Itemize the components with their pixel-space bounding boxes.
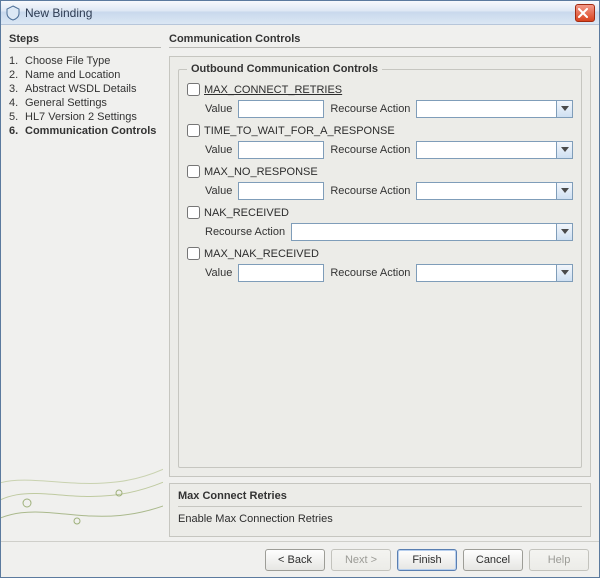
main-panel: Outbound Communication Controls MAX_CONN…: [169, 56, 591, 477]
value-label: Value: [205, 103, 232, 115]
max-nak-received-value[interactable]: [238, 264, 324, 282]
time-to-wait-recourse[interactable]: [416, 141, 573, 159]
steps-title: Steps: [9, 31, 161, 48]
next-button: Next >: [331, 549, 391, 571]
option-max-nak-received: MAX_NAK_RECEIVED Value Recourse Action: [187, 247, 573, 282]
chevron-down-icon: [556, 183, 572, 199]
max-connect-retries-value[interactable]: [238, 100, 324, 118]
group-legend: Outbound Communication Controls: [187, 63, 382, 75]
steps-panel: Steps 1.Choose File Type 2.Name and Loca…: [9, 31, 161, 537]
step-5: 5.HL7 Version 2 Settings: [9, 110, 161, 124]
max-connect-retries-label[interactable]: MAX_CONNECT_RETRIES: [204, 84, 342, 96]
option-nak-received: NAK_RECEIVED Recourse Action: [187, 206, 573, 241]
recourse-label: Recourse Action: [330, 103, 410, 115]
chevron-down-icon: [556, 142, 572, 158]
max-nak-received-recourse[interactable]: [416, 264, 573, 282]
right-column: Communication Controls Outbound Communic…: [169, 31, 591, 537]
max-no-response-checkbox[interactable]: [187, 165, 200, 178]
recourse-label: Recourse Action: [330, 144, 410, 156]
max-nak-received-checkbox[interactable]: [187, 247, 200, 260]
max-connect-retries-recourse[interactable]: [416, 100, 573, 118]
chevron-down-icon: [556, 101, 572, 117]
steps-list: 1.Choose File Type 2.Name and Location 3…: [9, 54, 161, 138]
step-6: 6.Communication Controls: [9, 124, 161, 138]
time-to-wait-value[interactable]: [238, 141, 324, 159]
time-to-wait-checkbox[interactable]: [187, 124, 200, 137]
step-4: 4.General Settings: [9, 96, 161, 110]
outbound-group: Outbound Communication Controls MAX_CONN…: [178, 63, 582, 468]
close-icon: [578, 8, 588, 18]
cancel-button[interactable]: Cancel: [463, 549, 523, 571]
recourse-label: Recourse Action: [205, 226, 285, 238]
finish-button[interactable]: Finish: [397, 549, 457, 571]
max-nak-received-label[interactable]: MAX_NAK_RECEIVED: [204, 248, 319, 260]
chevron-down-icon: [556, 265, 572, 281]
close-button[interactable]: [575, 4, 595, 22]
recourse-label: Recourse Action: [330, 185, 410, 197]
nak-received-checkbox[interactable]: [187, 206, 200, 219]
app-icon: [5, 5, 21, 21]
option-max-no-response: MAX_NO_RESPONSE Value Recourse Action: [187, 165, 573, 200]
max-no-response-recourse[interactable]: [416, 182, 573, 200]
wizard-footer: < Back Next > Finish Cancel Help: [1, 541, 599, 577]
help-title: Max Connect Retries: [178, 490, 582, 507]
help-panel: Max Connect Retries Enable Max Connectio…: [169, 483, 591, 537]
step-1: 1.Choose File Type: [9, 54, 161, 68]
recourse-label: Recourse Action: [330, 267, 410, 279]
titlebar[interactable]: New Binding: [1, 1, 599, 25]
step-2: 2.Name and Location: [9, 68, 161, 82]
max-no-response-label[interactable]: MAX_NO_RESPONSE: [204, 166, 318, 178]
nak-received-label[interactable]: NAK_RECEIVED: [204, 207, 289, 219]
option-time-to-wait: TIME_TO_WAIT_FOR_A_RESPONSE Value Recour…: [187, 124, 573, 159]
help-text: Enable Max Connection Retries: [178, 513, 582, 525]
value-label: Value: [205, 267, 232, 279]
option-max-connect-retries: MAX_CONNECT_RETRIES Value Recourse Actio…: [187, 83, 573, 118]
panel-title: Communication Controls: [169, 31, 591, 48]
nak-received-recourse[interactable]: [291, 223, 573, 241]
wizard-body: Steps 1.Choose File Type 2.Name and Loca…: [1, 25, 599, 541]
max-no-response-value[interactable]: [238, 182, 324, 200]
back-button[interactable]: < Back: [265, 549, 325, 571]
step-3: 3.Abstract WSDL Details: [9, 82, 161, 96]
value-label: Value: [205, 185, 232, 197]
value-label: Value: [205, 144, 232, 156]
wizard-window: New Binding Steps 1.Choose File Type 2.N…: [0, 0, 600, 578]
help-button: Help: [529, 549, 589, 571]
max-connect-retries-checkbox[interactable]: [187, 83, 200, 96]
time-to-wait-label[interactable]: TIME_TO_WAIT_FOR_A_RESPONSE: [204, 125, 395, 137]
steps-decoration: [1, 435, 163, 541]
chevron-down-icon: [556, 224, 572, 240]
window-title: New Binding: [25, 6, 92, 20]
